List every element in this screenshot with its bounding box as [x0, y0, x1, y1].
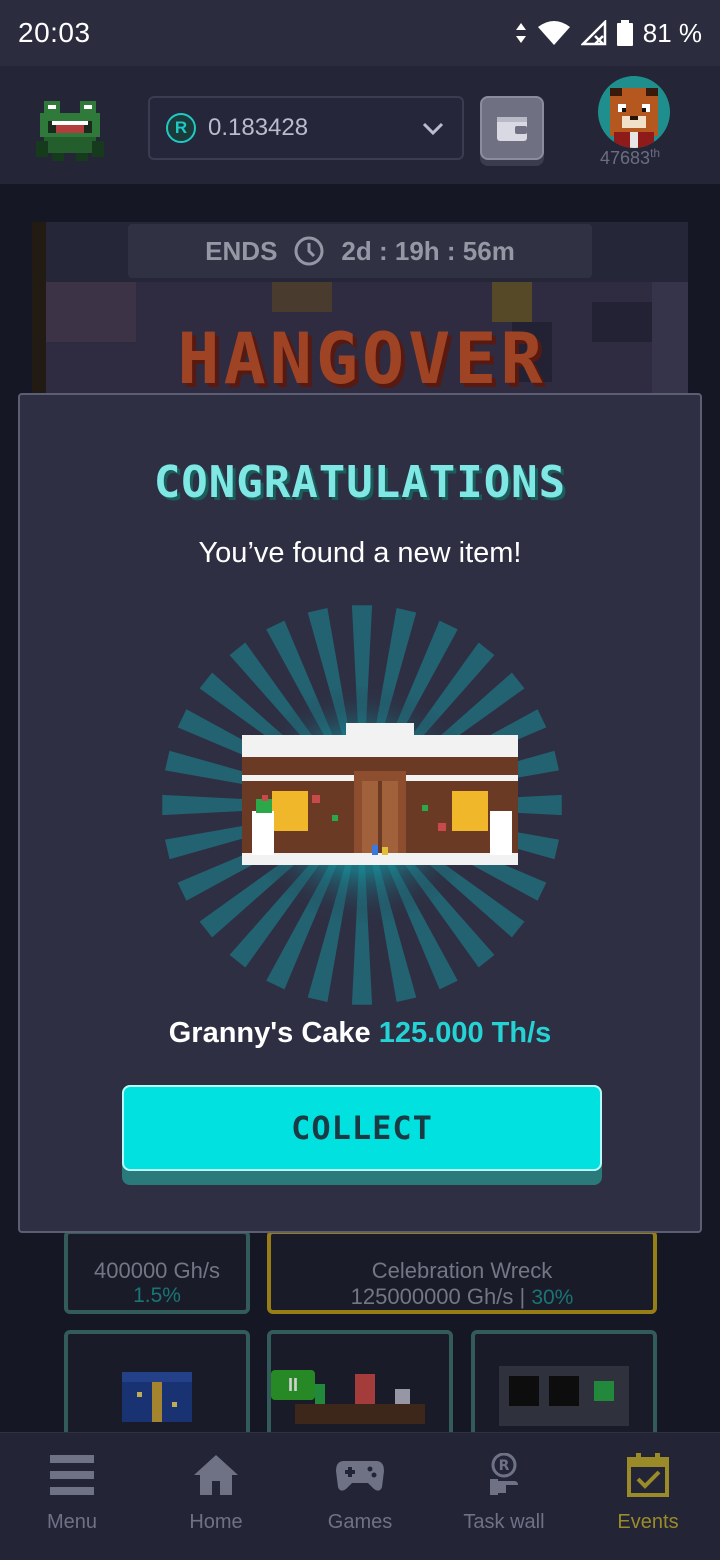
user-rank: 47683th [600, 146, 661, 168]
calendar-check-icon [627, 1453, 669, 1497]
frog-logo-icon[interactable] [32, 96, 108, 162]
app-header: R 0.183428 47683th [0, 66, 720, 184]
nav-item-home[interactable]: Home [144, 1433, 288, 1560]
gamepad-icon [336, 1461, 384, 1491]
task-wall-icon: R [490, 1453, 518, 1495]
home-icon [194, 1455, 238, 1495]
item-name: Granny's Cake [168, 1017, 371, 1049]
rlt-coin-icon: R [166, 113, 196, 143]
item-burst [162, 605, 562, 1005]
status-bar: 20:03 81 % [0, 0, 720, 66]
menu-icon [50, 1455, 94, 1495]
signal-icon [580, 20, 606, 46]
nav-item-games[interactable]: Games [288, 1433, 432, 1560]
user-avatar[interactable] [598, 76, 670, 148]
nav-item-events[interactable]: Events [576, 1433, 720, 1560]
modal-title: CONGRATULATIONS [153, 457, 567, 508]
collect-button[interactable]: COLLECT [122, 1085, 602, 1171]
balance-value: 0.183428 [208, 114, 309, 141]
wallet-button[interactable] [480, 96, 544, 160]
tiger-avatar-icon [610, 88, 658, 148]
nav-label: Task wall [463, 1511, 545, 1533]
bottom-nav: Menu Home Games R Task wall Events [0, 1432, 720, 1560]
modal-subtitle: You’ve found a new item! [198, 537, 522, 569]
status-time: 20:03 [18, 17, 91, 48]
battery-percent: 81 % [642, 17, 702, 48]
nav-item-menu[interactable]: Menu [0, 1433, 144, 1560]
wallet-icon [497, 117, 527, 141]
item-name-line: Granny's Cake 125.000 Th/s [20, 1017, 700, 1050]
gingerbread-house-icon [242, 723, 518, 865]
nav-label: Games [327, 1511, 393, 1533]
wifi-icon [537, 21, 570, 45]
nav-label: Events [617, 1511, 679, 1533]
status-icons: 81 % [515, 18, 702, 49]
item-power: 125.000 Th/s [378, 1017, 552, 1049]
item-found-modal: CONGRATULATIONS You’ve found a new item! [18, 393, 702, 1233]
svg-text:R: R [499, 1458, 510, 1474]
balance-selector[interactable]: R 0.183428 [148, 96, 464, 160]
battery-icon [616, 20, 633, 46]
nav-item-task-wall[interactable]: R Task wall [432, 1433, 576, 1560]
data-arrows-icon [515, 23, 526, 43]
nav-label: Menu [46, 1511, 98, 1533]
chevron-down-icon[interactable] [420, 115, 446, 141]
nav-label: Home [189, 1511, 243, 1533]
